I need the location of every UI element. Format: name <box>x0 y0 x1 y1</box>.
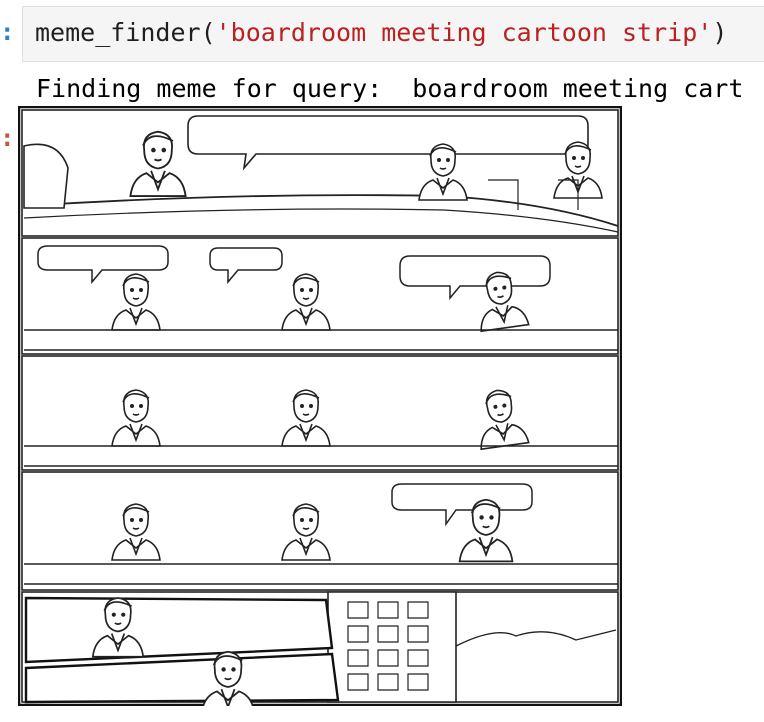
input-prompt: : <box>0 18 15 46</box>
comic-panel-3 <box>21 355 619 471</box>
output-stdout: Finding meme for query: boardroom meetin… <box>36 74 744 103</box>
code-line[interactable]: meme_finder('boardroom meeting cartoon s… <box>35 18 727 47</box>
comic-strip-image <box>18 106 622 706</box>
code-input-cell[interactable]: meme_finder('boardroom meeting cartoon s… <box>22 6 764 62</box>
code-function-call: meme_finder( <box>35 18 216 47</box>
comic-panel-1 <box>21 109 619 237</box>
comic-panel-2 <box>21 237 619 355</box>
code-close-paren: ) <box>712 18 728 47</box>
code-string-argument: 'boardroom meeting cartoon strip' <box>215 18 713 47</box>
comic-panel-5 <box>21 591 619 706</box>
output-prompt: : <box>0 124 15 152</box>
comic-panel-4 <box>21 471 619 591</box>
